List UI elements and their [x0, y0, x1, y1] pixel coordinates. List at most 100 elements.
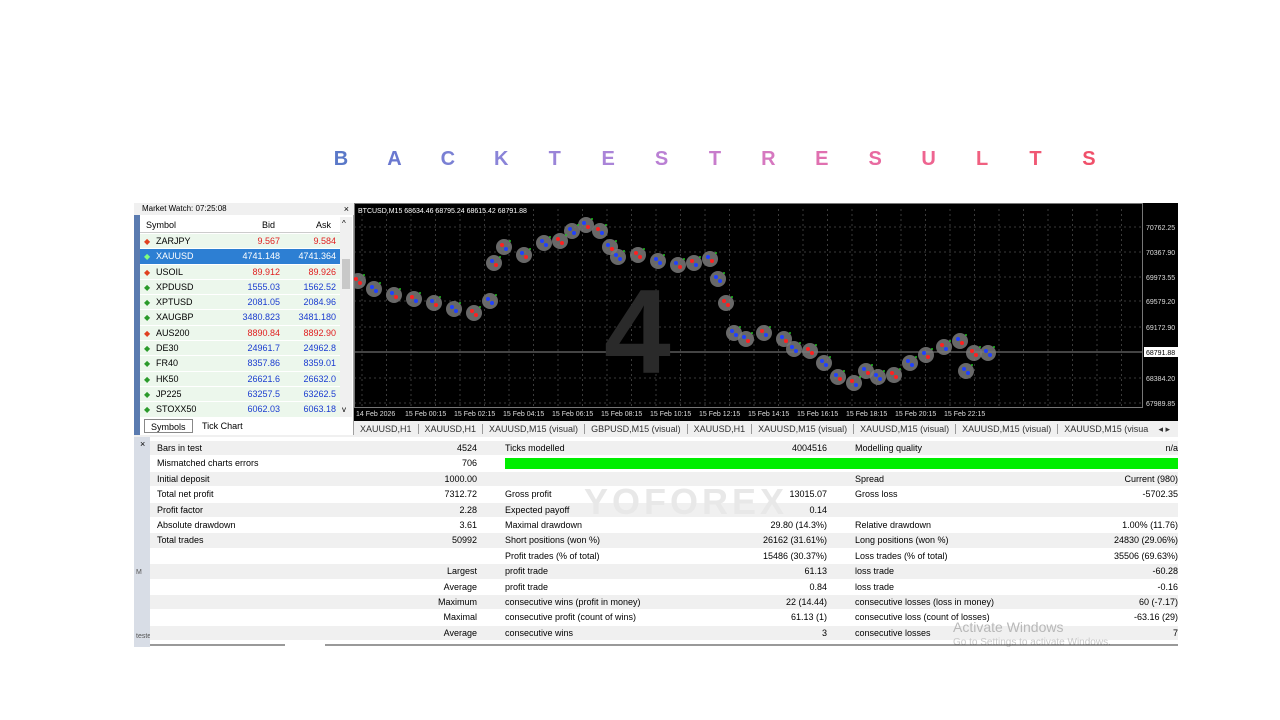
- bid-price: 8357.86: [247, 358, 280, 369]
- trade-marker: [850, 379, 854, 383]
- chart-tab[interactable]: GBPUSD,M15 (visual): [585, 424, 688, 434]
- report-cell: -60.28: [1152, 566, 1178, 577]
- price-chart[interactable]: 70762.25 70367.90 69973.55 69579.20 69172.90…: [354, 203, 1178, 421]
- trade-marker: [479, 306, 481, 308]
- trade-marker: [474, 313, 478, 317]
- heading-letter: A: [387, 148, 402, 170]
- market-watch-row[interactable]: ◆ USOIL 89.912 89.926: [140, 264, 340, 280]
- market-watch-row[interactable]: ◆ XAUUSD 4741.148 4741.364: [140, 249, 340, 265]
- trade-marker: [810, 351, 814, 355]
- tester-sidebar: M tester: [134, 437, 154, 647]
- trade-marker: [883, 370, 885, 372]
- symbol-name: AUS200: [156, 327, 190, 338]
- symbol-name: XPDUSD: [156, 281, 194, 292]
- chart-tab[interactable]: XAUUSD,M15 (visual): [752, 424, 855, 434]
- ask-price: 3481.180: [298, 312, 336, 323]
- market-watch-row[interactable]: ◆ DE30 24961.7 24962.8: [140, 341, 340, 357]
- time-label: 15 Feb 06:15: [552, 411, 593, 418]
- trade-marker: [926, 355, 930, 359]
- heading-letter: S: [868, 148, 882, 170]
- trade-marker: [470, 309, 474, 313]
- market-watch-row[interactable]: ◆ FR40 8357.86 8359.01: [140, 356, 340, 372]
- ask-price: 4741.364: [298, 251, 336, 262]
- chart-tab[interactable]: XAUUSD,M15 (visua: [1058, 424, 1156, 434]
- market-watch-row[interactable]: ◆ AUS200 8890.84 8892.90: [140, 325, 340, 342]
- trade-marker: [540, 239, 544, 243]
- close-icon[interactable]: ×: [344, 203, 349, 215]
- market-watch-scrollbar[interactable]: ^ v: [340, 217, 352, 417]
- trade-marker: [764, 333, 768, 337]
- tab-tick-chart[interactable]: Tick Chart: [196, 419, 249, 433]
- chart-tab[interactable]: XAUUSD,H1: [418, 424, 484, 434]
- price-label: 70367.90: [1146, 250, 1175, 257]
- ask-price: 24962.8: [303, 343, 336, 354]
- trade-marker: [726, 303, 730, 307]
- market-watch-row[interactable]: ◆ JP225 63257.5 63262.5: [140, 386, 340, 403]
- report-cell: Spread: [855, 473, 885, 484]
- report-table: Bars in test 4524 Ticks modelled 4004516 Mod…: [150, 441, 1178, 642]
- market-watch-row[interactable]: ◆ HK50 26621.6 26632.0: [140, 371, 340, 387]
- sidebar-label-m: M: [136, 569, 142, 576]
- arrow-down-icon: ◆: [144, 328, 151, 338]
- market-watch-row[interactable]: ◆ XPDUSD 1555.03 1562.52: [140, 279, 340, 296]
- tab-symbols[interactable]: Symbols: [144, 419, 193, 433]
- trade-marker: [715, 252, 717, 254]
- column-bid[interactable]: Bid: [262, 217, 275, 233]
- report-row: Largest profit trade 61.13 loss trade -60.28: [150, 564, 1178, 580]
- report-cell: 7: [1172, 627, 1178, 638]
- trade-marker: [706, 255, 710, 259]
- report-cell: consecutive losses: [855, 627, 931, 638]
- chart-tab[interactable]: XAUUSD,M15 (visual): [854, 424, 957, 434]
- trade-marker: [979, 346, 981, 348]
- report-cell: Expected payoff: [505, 504, 570, 515]
- scroll-thumb[interactable]: [342, 259, 350, 289]
- trade-marker: [490, 259, 494, 263]
- trade-marker: [760, 329, 764, 333]
- page-heading: BACKTESTRESULTS: [330, 148, 1100, 174]
- market-watch-row[interactable]: ◆ ZARJPY 9.567 9.584: [140, 234, 340, 250]
- trade-marker: [560, 241, 564, 245]
- market-watch-row[interactable]: ◆ XPTUSD 2081.05 2084.96: [140, 295, 340, 311]
- trade-marker: [678, 265, 682, 269]
- chart-tab[interactable]: XAUUSD,M15 (visual): [956, 424, 1059, 434]
- trade-marker: [363, 274, 365, 276]
- market-watch-tabs: Symbols Tick Chart: [140, 417, 354, 435]
- trade-marker: [524, 255, 528, 259]
- scroll-down-icon[interactable]: v: [342, 405, 346, 414]
- arrow-up-icon: ◆: [144, 405, 151, 415]
- time-label: 14 Feb 2026: [356, 411, 395, 418]
- trade-marker: [960, 341, 964, 345]
- trade-marker: [549, 236, 551, 238]
- close-icon[interactable]: ×: [140, 439, 145, 449]
- trade-marker: [956, 337, 960, 341]
- report-cell: Ticks modelled: [505, 443, 565, 453]
- time-label: 15 Feb 22:15: [944, 411, 985, 418]
- column-ask[interactable]: Ask: [316, 217, 331, 233]
- trade-marker: [358, 281, 362, 285]
- trade-marker: [674, 261, 678, 265]
- scroll-up-icon[interactable]: ^: [342, 219, 346, 228]
- trade-marker: [894, 375, 898, 379]
- tab-scroll-icon[interactable]: ◂ ▸: [1152, 421, 1176, 437]
- column-symbol[interactable]: Symbol: [146, 217, 176, 233]
- trade-marker: [577, 224, 579, 226]
- market-watch-title: Market Watch: 07:25:08: [134, 203, 354, 215]
- chart-tab[interactable]: XAUUSD,M15 (visual): [483, 424, 586, 434]
- market-watch-row[interactable]: ◆ XAUGBP 3480.823 3481.180: [140, 310, 340, 326]
- symbol-name: HK50: [156, 373, 179, 384]
- bid-price: 24961.7: [247, 343, 280, 354]
- market-watch-row[interactable]: ◆ STOXX50 6062.03 6063.18: [140, 402, 340, 418]
- chart-tab[interactable]: XAUUSD,H1: [354, 424, 419, 434]
- trade-marker: [354, 277, 358, 281]
- trade-marker: [450, 305, 454, 309]
- trade-marker: [663, 254, 665, 256]
- chart-tab[interactable]: XAUUSD,H1: [687, 424, 753, 434]
- report-cell: 35506 (69.63%): [1113, 550, 1178, 561]
- trade-marker: [739, 326, 741, 328]
- report-cell: consecutive losses (loss in money): [855, 596, 995, 607]
- report-cell: Maximal drawdown: [505, 519, 583, 530]
- trade-marker: [718, 279, 722, 283]
- trade-marker: [504, 247, 508, 251]
- chart-canvas[interactable]: 70762.25 70367.90 69973.55 69579.20 69172.90…: [354, 203, 1178, 421]
- trade-marker: [838, 377, 842, 381]
